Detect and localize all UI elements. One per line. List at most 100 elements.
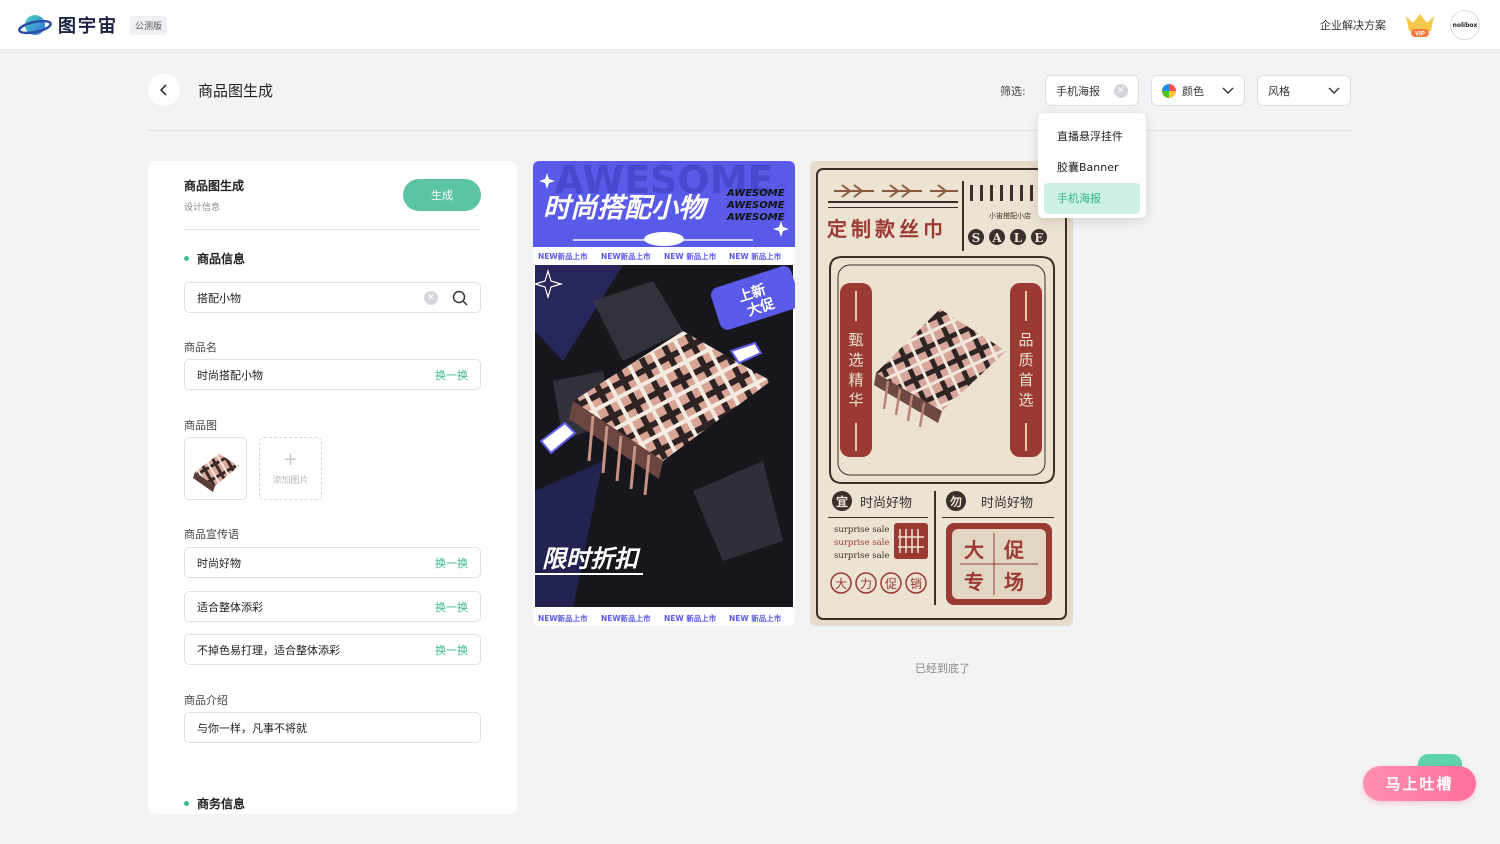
poster2-shop-name: 小宙搭配小店 [989,211,1031,220]
generate-button[interactable]: 生成 [403,179,481,211]
swap-name-button[interactable]: 换一换 [435,367,468,383]
type-filter-dropdown: 直播悬浮挂件 胶囊Banner 手机海报 [1038,113,1146,218]
poster1-ticker: NEW 新品上市 [729,251,782,261]
plus-icon: + [282,449,299,470]
product-name-value: 时尚搭配小物 [197,368,263,382]
slogan-input-2[interactable]: 适合整体添彩 换一换 [184,591,481,622]
svg-text:大: 大 [835,577,847,591]
poster-result-2[interactable]: 小宙搭配小店 定制款丝巾 S A L E 甄 选 精 华 品 质 首 选 宜 时… [810,161,1073,626]
svg-text:销: 销 [910,577,922,591]
add-image-label: 添加图片 [272,476,309,486]
poster1-headline: 时尚搭配小物 [543,193,709,224]
poster1-awesome: AWESOME [726,188,785,199]
poster2-right-banner: 选 [1018,391,1033,409]
clear-filter-icon[interactable]: ✕ [1114,83,1128,98]
feedback-button[interactable]: 马上吐槽 [1363,766,1476,801]
poster2-tag1-text: 时尚好物 [860,496,912,511]
product-name-input[interactable]: 时尚搭配小物 换一换 [184,359,481,390]
filter-label: 筛选: [1000,85,1026,98]
slogan-value: 不掉色易打理，适合整体添彩 [197,643,340,657]
poster2-stamp-char: 专 [964,570,984,594]
poster1-ticker: NEW 新品上市 [664,613,717,623]
intro-value: 与你一样，凡事不将就 [197,721,307,735]
color-filter-select[interactable]: 颜色 [1151,75,1245,106]
poster2-left-banner: 甄 [848,331,863,349]
enterprise-solutions-link[interactable]: 企业解决方案 [1320,17,1386,33]
intro-label: 商品介绍 [184,694,228,707]
poster2-right-banner: 品 [1018,331,1033,349]
poster1-ticker: NEW新品上市 [601,251,651,261]
slogan-input-3[interactable]: 不掉色易打理，适合整体添彩 换一换 [184,634,481,665]
color-filter-label: 颜色 [1182,84,1204,98]
poster1-ticker: NEW新品上市 [538,613,588,623]
poster2-surprise: surprise sale [834,538,889,548]
page-title: 商品图生成 [198,82,274,100]
poster2-tag2-icon: 勿 [949,494,962,509]
style-filter-label: 风格 [1268,84,1290,98]
panel-subtitle: 设计信息 [184,203,221,213]
svg-text:S: S [972,231,981,245]
poster2-tag1-icon: 宜 [836,494,848,509]
user-avatar[interactable]: nolibox [1450,10,1480,40]
poster1-ticker: NEW 新品上市 [664,251,717,261]
vip-crown-icon[interactable]: VIP [1404,12,1436,38]
design-info-panel: 商品图生成 设计信息 生成 商品信息 搭配小物 ✕ 商品名 时尚搭配小物 换一换… [148,161,517,814]
poster1-ticker: NEW新品上市 [538,251,588,261]
panel-title: 商品图生成 [184,179,245,193]
poster2-right-banner: 质 [1018,351,1033,369]
color-wheel-icon [1162,83,1176,98]
svg-text:VIP: VIP [1415,32,1425,38]
dropdown-item-live-widget[interactable]: 直播悬浮挂件 [1044,121,1140,152]
product-image-thumbnail[interactable] [184,437,247,500]
slogan-value: 适合整体添彩 [197,600,263,614]
poster1-discount: 限时折扣 [542,545,641,573]
back-button[interactable] [148,74,180,106]
svg-text:促: 促 [885,577,897,591]
poster1-ticker: NEW 新品上市 [729,613,782,623]
logo[interactable]: 图宇宙 公测版 [18,10,168,40]
style-filter-select[interactable]: 风格 [1257,75,1351,106]
poster2-stamp-char: 大 [964,538,984,562]
section-product-info: 商品信息 [184,250,245,267]
search-icon [452,290,468,306]
poster2-left-banner: 选 [848,351,863,369]
swap-slogan-button[interactable]: 换一换 [435,642,468,658]
swap-slogan-button[interactable]: 换一换 [435,599,468,615]
section-business-info: 商务信息 [184,795,245,812]
svg-text:力: 力 [860,577,872,591]
poster2-tag2-text: 时尚好物 [981,496,1033,511]
swap-slogan-button[interactable]: 换一换 [435,555,468,571]
svg-text:A: A [991,231,1002,245]
panel-divider [184,229,481,230]
intro-input[interactable]: 与你一样，凡事不将就 [184,712,481,743]
search-value: 搭配小物 [197,291,241,305]
chevron-down-icon [1222,87,1234,94]
slogan-label: 商品宣传语 [184,528,239,541]
poster1-awesome: AWESOME [726,200,785,211]
type-filter-select[interactable]: 手机海报 ✕ [1045,75,1139,106]
svg-text:E: E [1034,231,1043,245]
poster2-left-banner: 精 [848,371,863,389]
poster2-surprise: surprise sale [834,525,889,535]
poster2-surprise: surprise sale [834,551,889,561]
beta-badge: 公测版 [130,15,168,35]
end-of-list-text: 已经到底了 [915,662,970,675]
product-image-label: 商品图 [184,419,217,432]
chevron-down-icon [1328,87,1340,94]
product-name-label: 商品名 [184,341,217,354]
planet-logo-icon [18,10,52,40]
add-image-button[interactable]: + 添加图片 [259,437,322,500]
chevron-left-icon [159,84,167,96]
product-search-input[interactable]: 搭配小物 ✕ [184,282,481,313]
slogan-input-1[interactable]: 时尚好物 换一换 [184,547,481,578]
poster2-title: 定制款丝巾 [827,217,947,241]
type-filter-value: 手机海报 [1056,84,1100,98]
poster2-stamp-char: 促 [1003,538,1025,562]
header-divider [148,130,1352,131]
poster2-right-banner: 首 [1018,371,1033,389]
poster-result-1[interactable]: AWESOME 时尚搭配小物 AWESOME AWESOME AWESOME N… [533,161,795,626]
clear-search-icon[interactable]: ✕ [424,290,438,305]
dropdown-item-capsule-banner[interactable]: 胶囊Banner [1044,152,1140,183]
poster2-stamp-char: 场 [1004,570,1024,594]
dropdown-item-mobile-poster[interactable]: 手机海报 [1044,183,1140,214]
